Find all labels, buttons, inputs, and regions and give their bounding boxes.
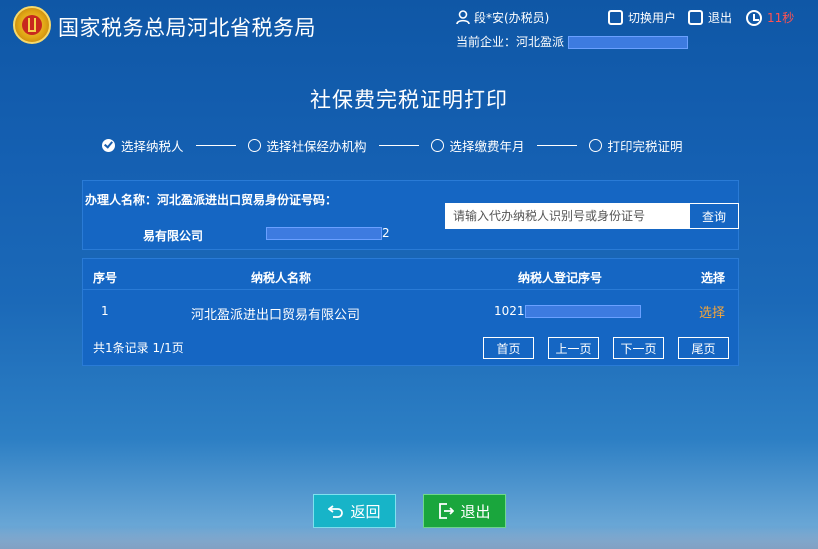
step-4: 打印完税证明: [588, 136, 683, 155]
timer-text: 11秒: [767, 11, 795, 25]
handler-name-line2: 易有限公司: [143, 229, 204, 243]
back-button[interactable]: 返回: [313, 494, 396, 528]
step-3: 选择缴费年月: [430, 136, 525, 155]
prev-page-button[interactable]: 上一页: [548, 337, 599, 359]
step-divider: [378, 145, 419, 146]
page-title: 社保费完税证明打印: [310, 88, 508, 112]
radio-icon: [588, 139, 602, 152]
column-header-select: 选择: [701, 271, 726, 285]
tax-emblem-icon: [13, 6, 51, 44]
background-decoration: [0, 525, 818, 549]
taxpayer-search-input[interactable]: [445, 203, 689, 229]
header: 国家税务总局河北省税务局 段*安(办税员) 切换用户 退出 11秒 当前企业：河…: [0, 0, 818, 52]
redacted-block: [266, 226, 382, 240]
search-button[interactable]: 查询: [689, 203, 739, 229]
radio-icon: [430, 139, 444, 152]
pager-info: 共1条记录 1/1页: [93, 341, 184, 355]
exit-button[interactable]: 退出: [423, 494, 506, 528]
step-divider: [195, 145, 236, 146]
user-name: 段*安(办税员): [474, 11, 550, 25]
column-header-index: 序号: [93, 271, 118, 285]
site-title: 国家税务总局河北省税务局: [58, 16, 316, 40]
handler-info-panel: 办理人名称：河北盈派进出口贸易身份证号码： 易有限公司 2 查询: [82, 180, 739, 250]
results-table: 序号 纳税人名称 纳税人登记序号 选择 1 河北盈派进出口贸易有限公司 1021…: [82, 258, 739, 366]
current-enterprise: 当前企业：河北盈派: [456, 33, 688, 50]
undo-arrow-icon: [328, 505, 344, 518]
session-timer: 11秒: [746, 9, 794, 26]
handler-id: 2: [266, 226, 390, 240]
switch-icon: [608, 10, 623, 25]
last-page-button[interactable]: 尾页: [678, 337, 729, 359]
step-divider: [536, 145, 577, 146]
header-divider: [83, 289, 738, 290]
redacted-block: [567, 36, 688, 49]
switch-user-button[interactable]: 切换用户: [608, 9, 676, 26]
exit-icon: [439, 503, 455, 519]
column-header-name: 纳税人名称: [251, 271, 312, 285]
row-index: 1: [101, 304, 109, 318]
row-reg-no: 1021: [494, 304, 641, 318]
row-taxpayer-name: 河北盈派进出口贸易有限公司: [191, 308, 361, 323]
row-select-link[interactable]: 选择: [699, 302, 725, 321]
checked-radio-icon: [102, 139, 115, 152]
radio-icon: [247, 139, 261, 152]
step-indicator: 选择纳税人 选择社保经办机构 选择缴费年月 打印完税证明: [102, 136, 683, 155]
user-info: 段*安(办税员): [456, 9, 549, 26]
logout-icon: [688, 10, 703, 25]
redacted-block: [524, 304, 641, 318]
next-page-button[interactable]: 下一页: [613, 337, 664, 359]
clock-icon: [746, 9, 762, 26]
logout-button[interactable]: 退出: [688, 9, 732, 26]
user-icon: [456, 10, 470, 25]
step-1: 选择纳税人: [102, 136, 184, 155]
first-page-button[interactable]: 首页: [483, 337, 534, 359]
handler-label: 办理人名称：河北盈派进出口贸易身份证号码：: [85, 193, 338, 207]
step-2: 选择社保经办机构: [247, 136, 367, 155]
column-header-reg-no: 纳税人登记序号: [518, 271, 603, 285]
